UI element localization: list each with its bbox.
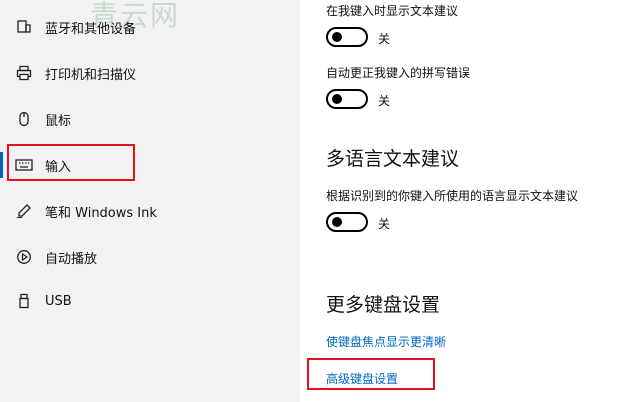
- sidebar-item-pen[interactable]: 笔和 Windows Ink: [0, 192, 300, 230]
- bluetooth-devices-icon: [15, 18, 33, 36]
- printer-icon: [15, 64, 33, 82]
- mouse-icon: [15, 110, 33, 128]
- more-keyboard-heading: 更多键盘设置: [326, 294, 441, 316]
- focus-visibility-link[interactable]: 使键盘焦点显示更清晰: [326, 333, 446, 350]
- multilingual-label: 根据识别到的你键入所使用的语言显示文本建议: [326, 189, 579, 203]
- multilingual-toggle[interactable]: [326, 212, 368, 232]
- pen-icon: [15, 202, 33, 220]
- sidebar-item-label: 笔和 Windows Ink: [45, 205, 157, 221]
- show-suggestions-toggle[interactable]: [326, 27, 368, 47]
- sidebar-item-bluetooth[interactable]: 蓝牙和其他设备: [0, 8, 300, 46]
- sidebar-item-label: 打印机和扫描仪: [45, 67, 137, 83]
- autocorrect-toggle[interactable]: [326, 89, 368, 109]
- highlight-box-typing: [7, 144, 135, 181]
- sidebar-item-label: 鼠标: [45, 113, 72, 129]
- multilingual-heading: 多语言文本建议: [326, 148, 460, 170]
- sidebar-item-usb[interactable]: USB: [0, 282, 300, 320]
- autocorrect-label: 自动更正我键入的拼写错误: [326, 66, 471, 80]
- autocorrect-state: 关: [378, 94, 391, 108]
- autoplay-icon: [15, 248, 33, 266]
- sidebar-item-autoplay[interactable]: 自动播放: [0, 238, 300, 276]
- sidebar-item-label: 蓝牙和其他设备: [45, 21, 137, 37]
- highlight-box-advanced: [307, 358, 435, 390]
- show-suggestions-state: 关: [378, 32, 391, 46]
- usb-icon: [15, 292, 33, 310]
- show-suggestions-label: 在我键入时显示文本建议: [326, 4, 459, 18]
- settings-sidebar: 青云网 蓝牙和其他设备 打印机和扫描仪 鼠标 输入 笔和 Windows Ink: [0, 0, 300, 402]
- sidebar-item-printers[interactable]: 打印机和扫描仪: [0, 54, 300, 92]
- sidebar-item-label: USB: [45, 293, 72, 309]
- sidebar-item-mouse[interactable]: 鼠标: [0, 100, 300, 138]
- multilingual-state: 关: [378, 217, 391, 231]
- sidebar-item-label: 自动播放: [45, 251, 98, 267]
- typing-settings-panel: 在我键入时显示文本建议 关 自动更正我键入的拼写错误 关 多语言文本建议 根据识…: [300, 0, 642, 402]
